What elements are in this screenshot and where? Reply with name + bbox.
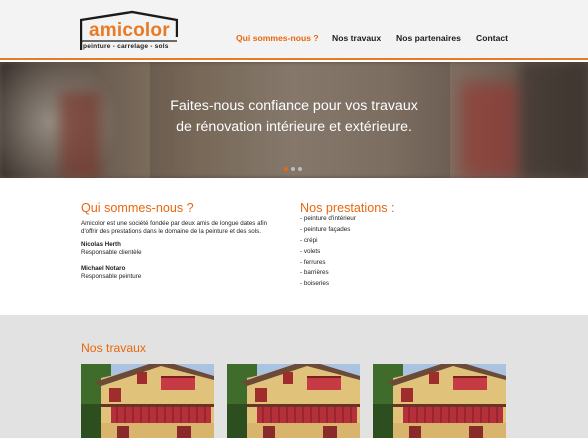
about-section: Qui sommes-nous ? Amicolor est une socié… (0, 178, 588, 315)
site-header: amicolor peinture - carrelage - sols Qui… (0, 0, 588, 60)
service-item: - ferrures (300, 258, 326, 266)
hero-slider[interactable]: Faites-nous confiance pour vos travaux d… (0, 62, 588, 178)
nav-link-nos-travaux[interactable]: Nos travaux (332, 33, 381, 43)
nav-link-qui-sommes-nous[interactable]: Qui sommes-nous ? (236, 33, 319, 43)
service-item: - peinture façades (300, 225, 351, 233)
nav-link-nos-partenaires[interactable]: Nos partenaires (396, 33, 461, 43)
house-photo (81, 364, 214, 438)
hero-line-1: Faites-nous confiance pour vos travaux (170, 98, 418, 114)
service-item: - boiseries (300, 280, 330, 288)
person-name: Michael Notaro (81, 265, 126, 272)
about-title: Qui sommes-nous ? (81, 201, 194, 215)
works-section: Nos travaux (0, 315, 588, 438)
service-item: - crépi (300, 236, 318, 244)
person-nicolas: Nicolas Herth Responsable clientèle (81, 241, 241, 258)
person-role: Responsable clientèle (81, 249, 142, 257)
slider-dot-1[interactable] (284, 167, 288, 171)
about-description: Amicolor est une société fondée par deux… (81, 220, 268, 236)
service-item: - peinture d'intérieur (300, 215, 356, 222)
main-navigation: Qui sommes-nous ? Nos travaux Nos parten… (0, 33, 588, 47)
work-thumbnail[interactable] (81, 364, 214, 438)
service-item: - barrières (300, 269, 329, 277)
house-photo (227, 364, 360, 438)
work-thumbnail[interactable] (373, 364, 506, 438)
service-item: - volets (300, 247, 321, 255)
person-role: Responsable peinture (81, 273, 142, 281)
house-photo (373, 364, 506, 438)
person-michael: Michael Notaro Responsable peinture (81, 265, 241, 282)
hero-line-2: de rénovation intérieure et extérieure. (176, 119, 412, 135)
hero-headline: Faites-nous confiance pour vos travaux d… (0, 96, 588, 138)
nav-link-contact[interactable]: Contact (476, 33, 508, 43)
slider-dot-2[interactable] (291, 167, 295, 171)
services-list: - peinture d'intérieur - peinture façade… (300, 214, 356, 290)
work-thumbnail[interactable] (227, 364, 360, 438)
services-title: Nos prestations : (300, 201, 395, 215)
amicolor-logo[interactable]: amicolor peinture - carrelage - sols (80, 10, 178, 54)
works-title: Nos travaux (81, 341, 147, 355)
person-name: Nicolas Herth (81, 241, 121, 248)
slider-dot-3[interactable] (298, 167, 302, 171)
